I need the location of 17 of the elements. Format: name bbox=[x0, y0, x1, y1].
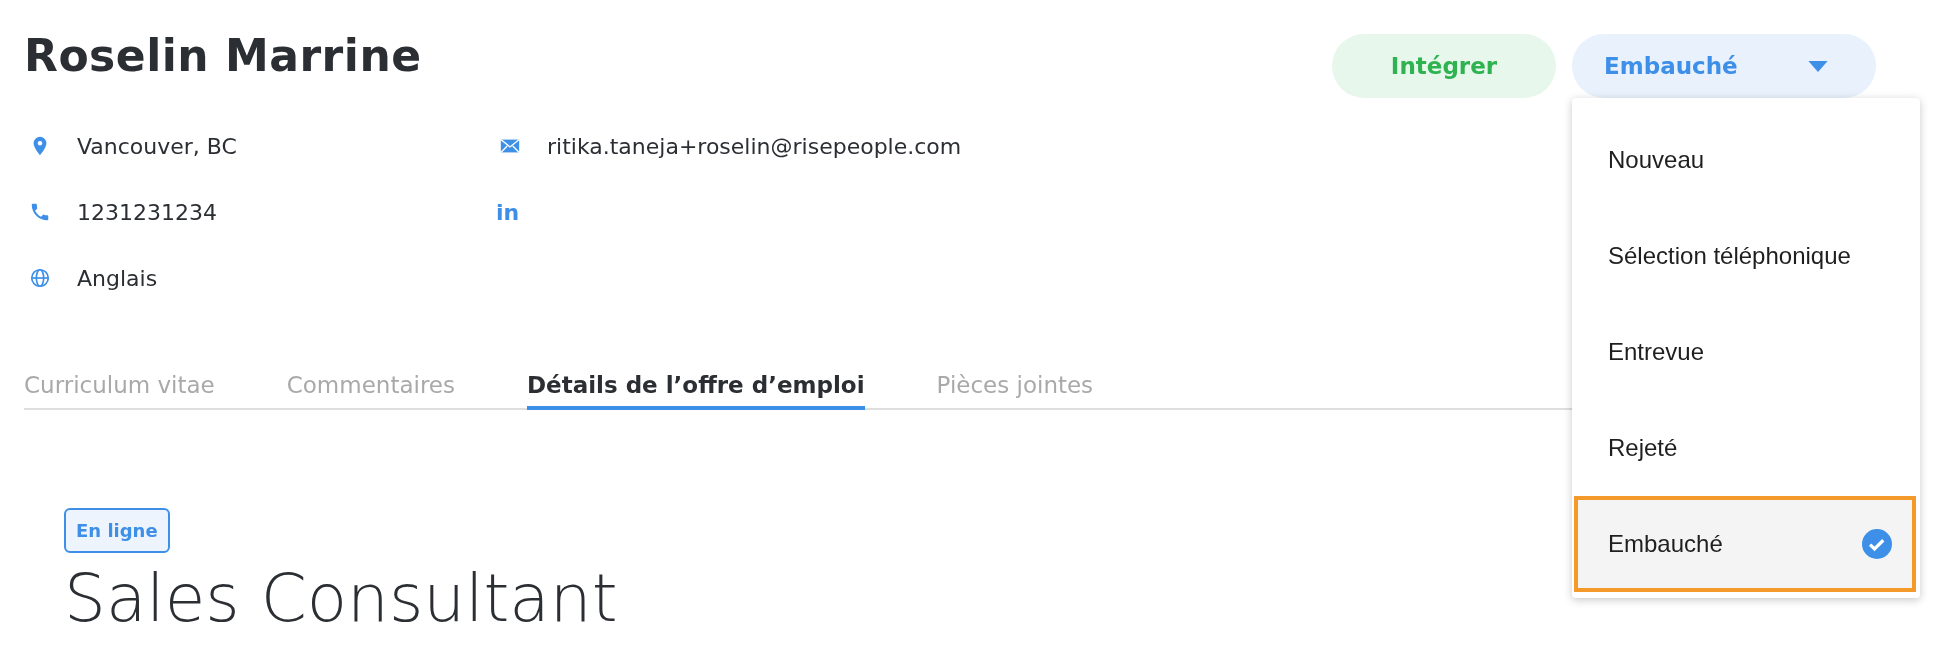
email-text: ritika.taneja+roselin@risepeople.com bbox=[547, 133, 962, 159]
globe-icon bbox=[29, 267, 51, 289]
status-option[interactable]: Sélection téléphonique bbox=[1574, 208, 1916, 304]
job-title: Sales Consultant bbox=[64, 559, 618, 639]
contact-text: Vancouver, BC bbox=[77, 133, 237, 159]
status-option[interactable]: Nouveau bbox=[1574, 112, 1916, 208]
status-option[interactable]: Embauché bbox=[1574, 496, 1916, 592]
status-badge: En ligne bbox=[64, 508, 170, 553]
caret-icon bbox=[1808, 60, 1828, 72]
candidate-name: Roselin Marrine bbox=[24, 29, 423, 83]
status-option[interactable]: Entrevue bbox=[1574, 304, 1916, 400]
status-option[interactable]: Rejeté bbox=[1574, 400, 1916, 496]
tab[interactable]: Détails de l’offre d’emploi bbox=[527, 372, 865, 410]
check-icon bbox=[1862, 529, 1892, 559]
contact-text: 1231231234 bbox=[77, 199, 217, 225]
phone-icon bbox=[29, 201, 51, 223]
contact-text: Anglais bbox=[77, 265, 158, 291]
